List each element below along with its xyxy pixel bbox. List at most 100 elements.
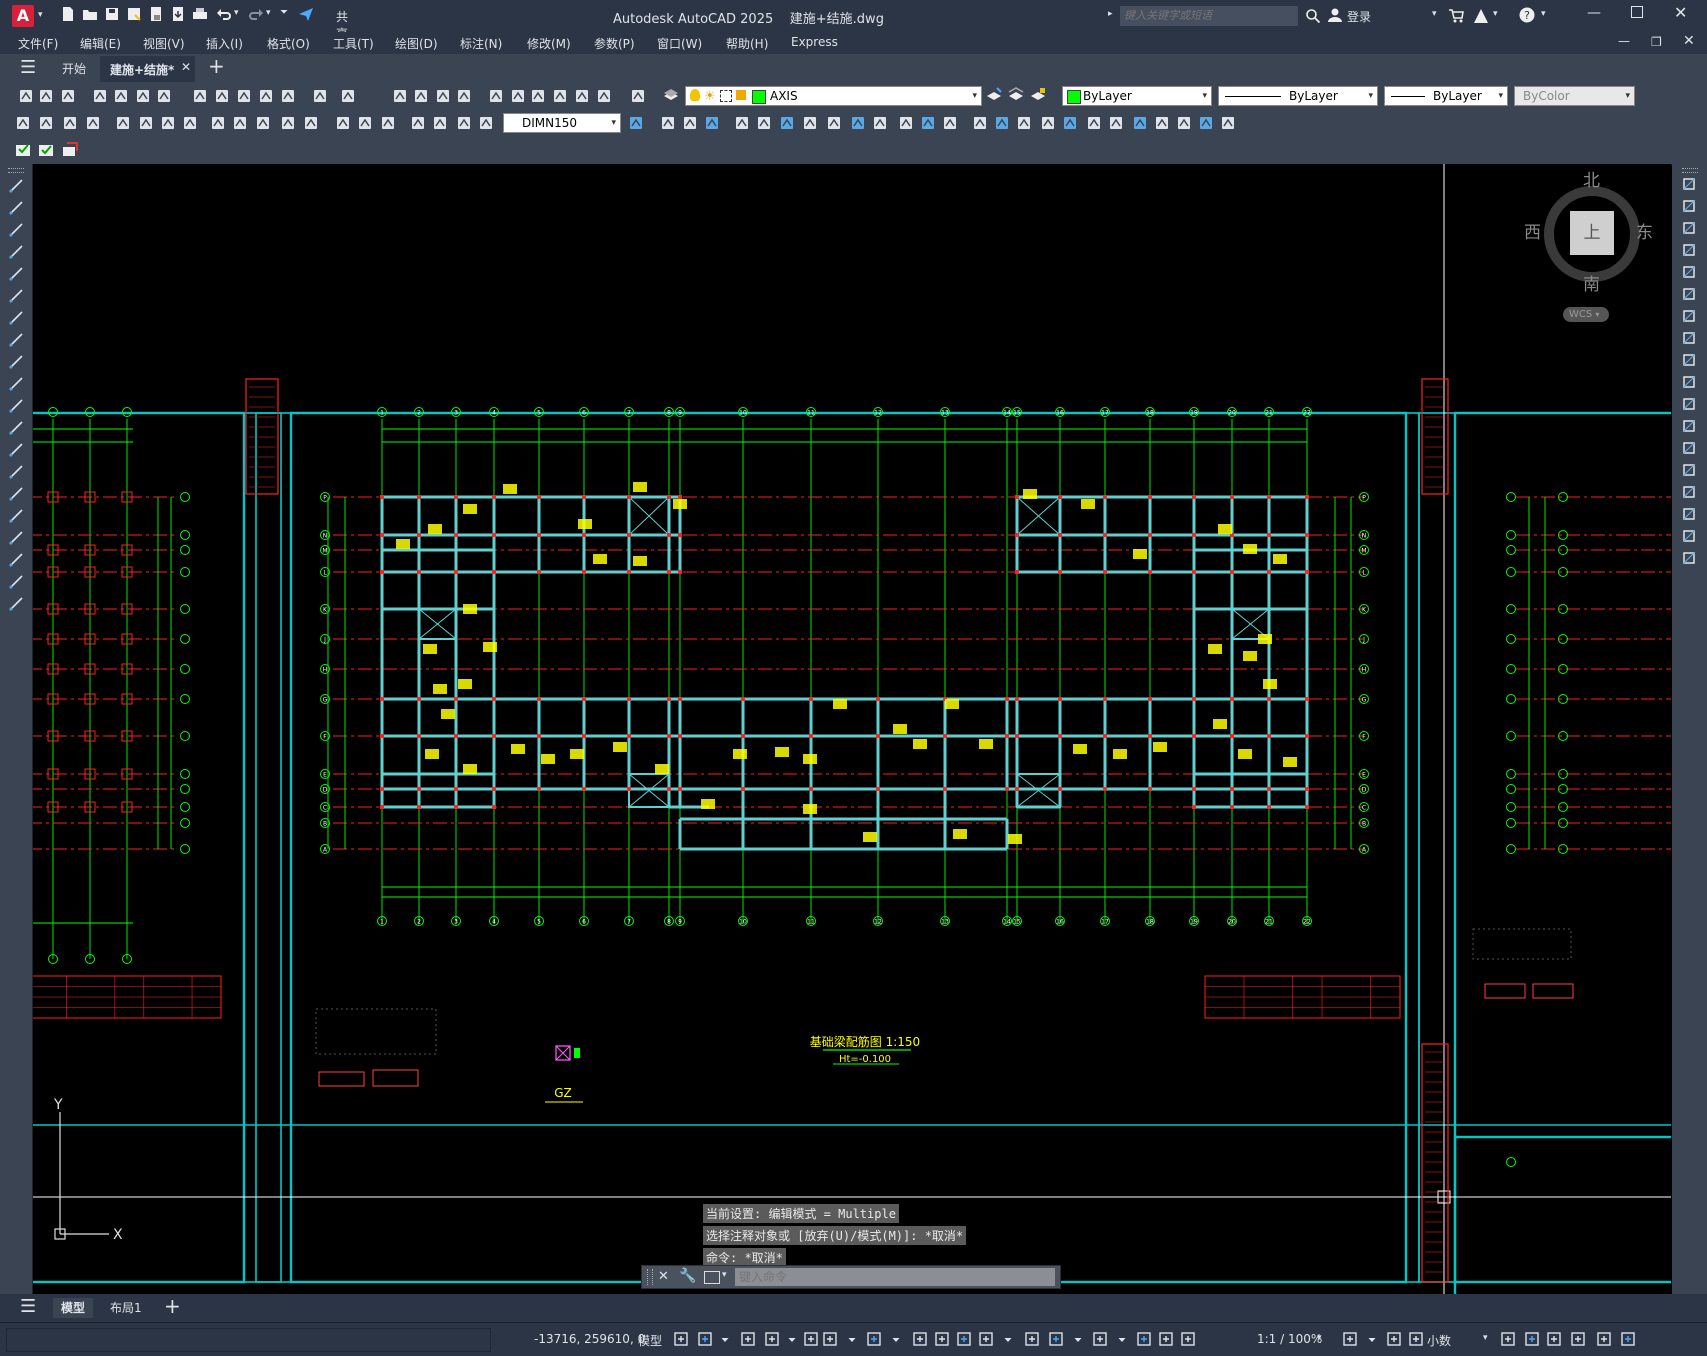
annotation-visibility-icon[interactable] [1136, 1331, 1152, 1347]
chamfer-icon[interactable] [1681, 484, 1697, 500]
make-block-icon[interactable] [8, 442, 24, 458]
dimstyle-icon[interactable] [628, 115, 644, 131]
break-icon2[interactable] [942, 115, 958, 131]
layer-properties-icon[interactable] [663, 87, 679, 103]
rectangle-icon[interactable] [8, 266, 24, 282]
isolate-objects-icon[interactable] [1546, 1331, 1562, 1347]
linear-dim-icon[interactable] [15, 115, 31, 131]
help-icon[interactable] [630, 88, 646, 104]
workspace-icon[interactable] [1342, 1331, 1358, 1347]
insert-block-icon[interactable] [8, 420, 24, 436]
array-icon[interactable] [1681, 264, 1697, 280]
mirror-icon[interactable] [1681, 220, 1697, 236]
break-icon[interactable] [303, 115, 319, 131]
markup-icon[interactable] [574, 88, 590, 104]
tolerance-icon[interactable] [335, 115, 351, 131]
make-block-icon[interactable] [1154, 115, 1170, 131]
copy-icon[interactable] [214, 88, 230, 104]
save-as-icon[interactable] [126, 6, 142, 22]
menu-tools[interactable]: 工具(T) [333, 35, 374, 52]
customize-qat-icon[interactable]: ⏷ [280, 7, 288, 18]
drawing-canvas[interactable]: 1 2 3 4 5 6 7 8 9 10 11 12 13 14 15 16 17 18 19 20 21 22 1234… [33, 164, 1671, 1294]
group-icon[interactable] [1086, 115, 1102, 131]
login-dropdown-icon[interactable]: ▾ [1432, 9, 1437, 19]
break-icon[interactable] [1681, 440, 1697, 456]
ellipse-icon[interactable] [8, 376, 24, 392]
auto-scale-icon[interactable] [1158, 1331, 1174, 1347]
insert-block-icon[interactable] [1132, 115, 1148, 131]
inspect-icon[interactable] [380, 115, 396, 131]
osnap-dropdown-icon[interactable] [888, 1331, 900, 1347]
viewcube[interactable]: 上 北 南 西 东 WCS ▾ [1524, 164, 1671, 344]
polar-dropdown-icon[interactable] [784, 1331, 796, 1347]
line-icon[interactable] [8, 178, 24, 194]
checklist-tool-icon[interactable] [38, 142, 54, 158]
3d-print-icon[interactable] [156, 88, 172, 104]
viewcube-west[interactable]: 西 [1524, 218, 1541, 243]
save-icon[interactable] [104, 6, 120, 22]
command-recent-dropdown-icon[interactable]: ▾ [722, 1270, 727, 1280]
tool-palettes-icon[interactable] [530, 88, 546, 104]
dim-update-icon[interactable] [478, 115, 494, 131]
menu-insert[interactable]: 插入(I) [206, 35, 243, 52]
radius-icon[interactable] [115, 115, 131, 131]
annotation-scale[interactable]: 1:1 / 100% [1257, 1332, 1322, 1346]
viewcube-south[interactable]: 南 [1583, 270, 1600, 295]
design-center-icon[interactable] [510, 88, 526, 104]
command-recent-icon[interactable] [704, 1271, 720, 1284]
3d-osnap-icon[interactable] [978, 1331, 994, 1347]
transparency-icon[interactable] [934, 1331, 950, 1347]
menu-modify[interactable]: 修改(M) [527, 35, 571, 52]
annotation-scale-dropdown-icon[interactable]: ▾ [1317, 1333, 1322, 1343]
join-icon[interactable] [1681, 462, 1697, 478]
center-mark-icon[interactable] [357, 115, 373, 131]
menu-format[interactable]: 格式(O) [267, 35, 310, 52]
baseline-icon[interactable] [232, 115, 248, 131]
mirror-icon[interactable] [704, 115, 720, 131]
blend-icon[interactable] [1040, 115, 1056, 131]
units-icon[interactable] [1408, 1331, 1424, 1347]
cart-icon[interactable] [1448, 8, 1464, 24]
workspace-dropdown-icon[interactable] [1364, 1331, 1376, 1347]
construction-line-icon[interactable] [8, 200, 24, 216]
rotate-icon[interactable] [802, 115, 818, 131]
make-current-layer-icon[interactable] [986, 87, 1002, 103]
autodesk-account-icon[interactable] [1473, 8, 1489, 24]
doc-restore-button[interactable]: ❐ [1651, 35, 1662, 49]
rotate-icon[interactable] [1681, 308, 1697, 324]
table-tool-icon[interactable] [15, 142, 31, 158]
app-logo[interactable]: A [12, 5, 34, 27]
cut-icon[interactable] [192, 88, 208, 104]
layout-menu-icon[interactable]: ☰ [20, 1296, 36, 1317]
doc-minimize-button[interactable]: — [1618, 34, 1630, 48]
plotstyle-dropdown[interactable]: ByColor ▾ [1514, 86, 1635, 106]
help-dropdown-icon[interactable]: ▾ [1541, 9, 1546, 19]
stretch-icon[interactable] [1681, 352, 1697, 368]
ellipse-arc-icon[interactable] [8, 398, 24, 414]
linetype-dropdown[interactable]: ByLayer ▾ [1218, 86, 1378, 106]
plot-preview-icon[interactable] [113, 88, 129, 104]
maximize-window-button[interactable] [1631, 6, 1643, 18]
viewcube-face[interactable]: 上 [1570, 211, 1614, 255]
menu-window[interactable]: 窗口(W) [657, 35, 702, 52]
user-icon[interactable] [1327, 7, 1343, 23]
doc-close-button[interactable]: ✕ [1683, 33, 1695, 49]
tab-start[interactable]: 开始 [62, 60, 86, 77]
search-input[interactable] [1120, 6, 1298, 26]
offset-icon[interactable] [734, 115, 750, 131]
selection-filter-dropdown-icon[interactable] [1070, 1331, 1082, 1347]
menu-edit[interactable]: 编辑(E) [80, 35, 121, 52]
explode-icon[interactable] [1681, 550, 1697, 566]
search-expand-icon[interactable]: ▸ [1108, 9, 1113, 19]
erase-icon[interactable] [1681, 176, 1697, 192]
command-customize-icon[interactable]: 🔧 [679, 1268, 696, 1284]
layer-states-icon[interactable] [1030, 87, 1046, 103]
erase-icon[interactable] [660, 115, 676, 131]
tab-layout1[interactable]: 布局1 [102, 1298, 150, 1318]
plot-icon[interactable] [92, 88, 108, 104]
wcs-menu[interactable]: WCS ▾ [1563, 307, 1609, 322]
move-icon[interactable] [779, 115, 795, 131]
units-value[interactable]: 小数 [1427, 1332, 1451, 1349]
jogged-icon[interactable] [138, 115, 154, 131]
blend-icon[interactable] [1681, 528, 1697, 544]
